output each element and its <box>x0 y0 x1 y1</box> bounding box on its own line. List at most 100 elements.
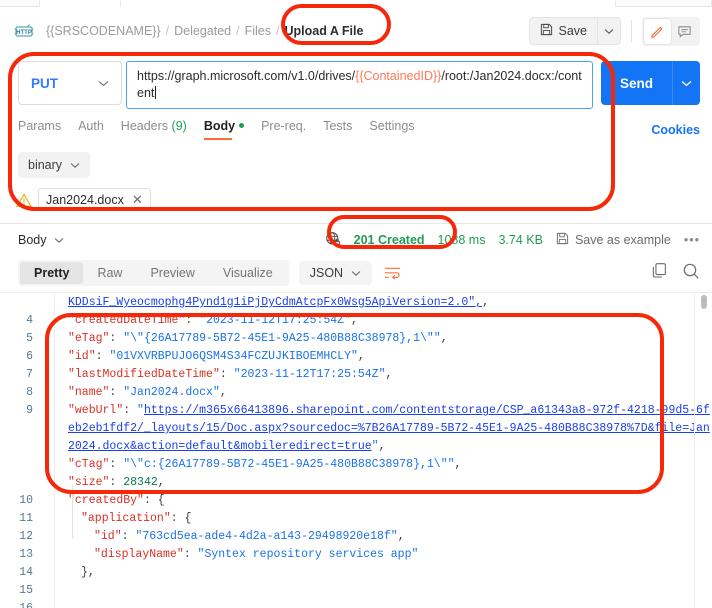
json-value: Jan2024.docx <box>130 386 213 399</box>
json-key: id <box>100 530 115 543</box>
ellipsis-icon[interactable]: ••• <box>684 233 700 247</box>
line-number: 16 <box>0 600 33 608</box>
url-prefix: https://graph.microsoft.com/v1.0/drives/ <box>137 69 356 83</box>
header-icon-group <box>642 16 700 46</box>
code-line: KDDsiF_Wyeocmophg4Pynd1g1iPjDyCdmAtcpFx0… <box>68 296 489 309</box>
breadcrumb-item-folder[interactable]: Delegated <box>174 24 231 38</box>
json-value: 2023-11-12T17:25:54Z <box>240 368 379 381</box>
breadcrumb-item-current[interactable]: Upload A File <box>285 24 364 38</box>
tab-prerequest[interactable]: Pre-req. <box>261 119 306 140</box>
tab-headers[interactable]: Headers (9) <box>121 119 187 140</box>
line-number: 15 <box>19 584 33 597</box>
response-body-label: Body <box>18 233 47 247</box>
line-number: 5 <box>26 332 33 345</box>
tab-settings[interactable]: Settings <box>369 119 414 140</box>
tab-strip[interactable] <box>0 0 712 7</box>
line-number: 9 <box>26 404 33 417</box>
close-icon[interactable]: ✕ <box>132 193 143 206</box>
json-key: lastModifiedDateTime <box>74 368 213 381</box>
chevron-down-icon <box>681 80 692 86</box>
json-value: 2023-11-12T17:25:54Z <box>206 314 345 327</box>
chevron-down-icon <box>98 80 109 86</box>
response-language-select[interactable]: JSON <box>298 261 373 285</box>
json-value: \"{26A17789-5B72-45E1-9A25-480B88C38978}… <box>130 332 434 345</box>
cookies-link[interactable]: Cookies <box>651 123 700 137</box>
json-brace: }, <box>81 566 95 579</box>
view-tab-visualize[interactable]: Visualize <box>209 262 287 284</box>
code-fold-column[interactable] <box>42 293 55 608</box>
postman-window: HTTP {{SRSCODENAME}} / Delegated / Files… <box>0 0 712 608</box>
search-icon[interactable] <box>682 262 700 285</box>
svg-text:HTTP: HTTP <box>16 30 32 36</box>
json-value-link[interactable]: https://m365x66413896.sharepoint.com/con… <box>68 404 710 453</box>
code-line: "displayName": "Syntex repository servic… <box>94 548 419 561</box>
response-meta-row: Body 201 Created 1088 ms 3.74 KB Save as… <box>0 224 712 256</box>
response-body-viewer[interactable]: 4 5 6 7 8 9 10 11 12 13 14 15 16 dvjddvk… <box>0 292 712 608</box>
response-language-value: JSON <box>309 266 344 280</box>
json-value: 763cd5ea-ade4-4d2a-a143-29498920e18f <box>142 530 391 543</box>
breadcrumb-item-subfolder[interactable]: Files <box>245 24 271 38</box>
body-file-row: Jan2024.docx ✕ <box>0 178 712 211</box>
code-line: "size": 28342, <box>68 476 165 489</box>
code-link-cut[interactable]: KDDsiF_Wyeocmophg4Pynd1g1iPjDyCdmAtcpFx0… <box>68 296 482 309</box>
line-number <box>0 294 33 312</box>
code-line: "name": "Jan2024.docx", <box>68 386 227 399</box>
code-line: "eTag": "\"{26A17789-5B72-45E1-9A25-480B… <box>68 332 448 345</box>
url-variable: {{ContainedID}} <box>355 69 442 83</box>
url-input[interactable]: https://graph.microsoft.com/v1.0/drives/… <box>126 61 593 109</box>
tab-body[interactable]: Body <box>203 119 245 140</box>
line-number-gutter: 4 5 6 7 8 9 10 11 12 13 14 15 16 <box>0 293 42 608</box>
save-dropdown-button[interactable] <box>597 17 621 45</box>
response-body-select[interactable]: Body <box>18 233 64 247</box>
code-line: "createdDateTime": "2023-11-12T17:25:54Z… <box>68 314 358 327</box>
text-wrap-icon[interactable] <box>382 263 402 283</box>
json-key: id <box>74 350 89 363</box>
line-number: 8 <box>26 386 33 399</box>
save-as-example-label: Save as example <box>574 233 671 247</box>
tab-strip-item[interactable] <box>0 0 40 7</box>
view-tab-preview[interactable]: Preview <box>136 262 208 284</box>
response-stats: 201 Created 1088 ms 3.74 KB Save as exam… <box>325 231 700 250</box>
save-button-label: Save <box>558 24 588 38</box>
vertical-scrollbar[interactable] <box>701 295 707 309</box>
code-line: "id": "763cd5ea-ade4-4d2a-a143-29498920e… <box>94 530 405 543</box>
tab-strip-empty <box>616 0 712 7</box>
line-number: 11 <box>19 512 33 525</box>
json-brace: { <box>157 494 165 507</box>
line-number: 7 <box>26 368 33 381</box>
tab-headers-label: Headers <box>120 119 169 133</box>
tab-strip-item[interactable] <box>40 0 121 7</box>
text-caret <box>155 86 157 99</box>
edit-request-button[interactable] <box>644 18 671 44</box>
response-size: 3.74 KB <box>498 233 543 247</box>
selected-file-chip[interactable]: Jan2024.docx ✕ <box>38 188 151 211</box>
http-method-select[interactable]: PUT <box>18 61 122 105</box>
send-dropdown-button[interactable] <box>672 61 700 105</box>
code-right-separator <box>694 293 695 608</box>
response-time: 1088 ms <box>437 233 486 247</box>
body-modified-dot <box>239 123 245 128</box>
body-mode-select[interactable]: binary <box>18 152 91 178</box>
save-as-example-button[interactable]: Save as example <box>556 232 671 248</box>
tab-auth[interactable]: Auth <box>78 119 104 140</box>
comments-button[interactable] <box>671 19 698 44</box>
tab-params[interactable]: Params <box>18 119 61 140</box>
breadcrumb-item-collection[interactable]: {{SRSCODENAME}} <box>46 24 161 38</box>
view-tab-pretty[interactable]: Pretty <box>20 262 84 284</box>
code-line: "lastModifiedDateTime": "2023-11-12T17:2… <box>68 368 393 381</box>
send-button[interactable]: Send <box>600 61 672 105</box>
save-button[interactable]: Save <box>528 17 597 45</box>
comment-icon <box>678 25 691 38</box>
line-number: 6 <box>26 350 33 363</box>
json-key: createdDateTime <box>74 314 179 327</box>
response-view-tabs: Pretty Raw Preview Visualize JSON <box>0 256 712 292</box>
floppy-disk-icon <box>556 232 569 248</box>
copy-icon[interactable] <box>651 262 668 284</box>
json-key: webUrl <box>74 404 117 417</box>
indent-guide <box>72 485 73 539</box>
floppy-disk-icon <box>540 23 553 39</box>
json-key: name <box>74 386 103 399</box>
view-tab-raw[interactable]: Raw <box>83 262 136 284</box>
tab-strip-item-active[interactable] <box>121 0 616 7</box>
tab-tests[interactable]: Tests <box>323 119 352 140</box>
